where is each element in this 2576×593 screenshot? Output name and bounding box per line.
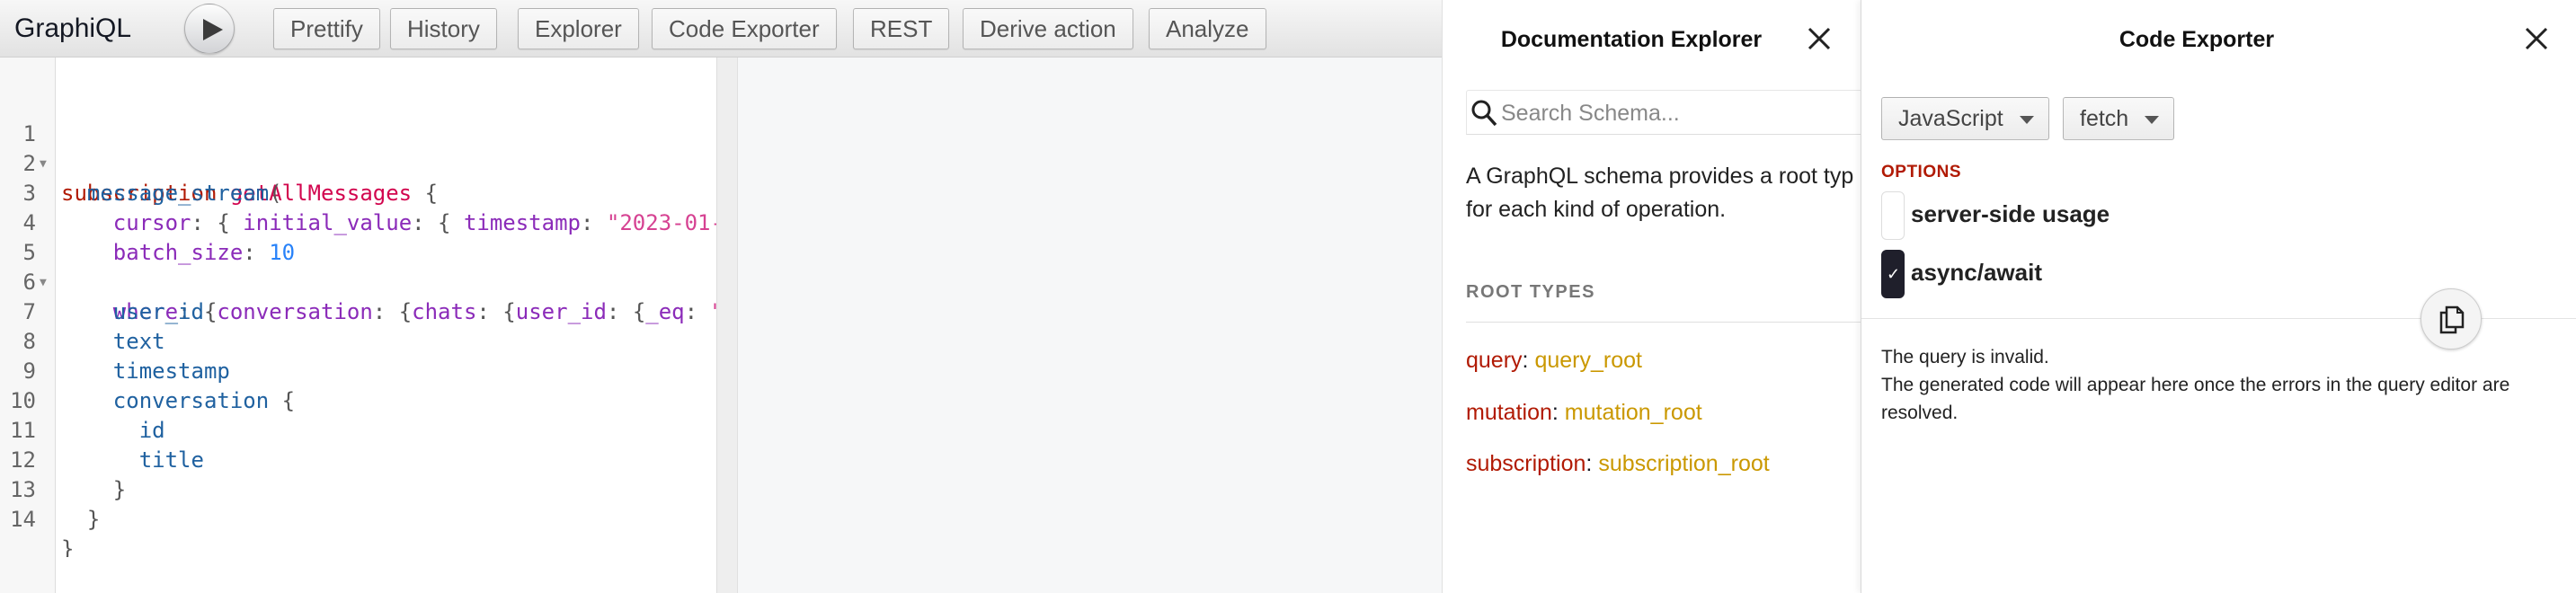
derive-action-button[interactable]: Derive action — [963, 8, 1133, 49]
description-line: for each kind of operation. — [1466, 197, 1727, 222]
separator: : — [1586, 451, 1599, 476]
toolbar: GraphiQL Prettify History Explorer Code … — [0, 0, 1442, 58]
editor-result-divider[interactable] — [716, 58, 738, 593]
rest-button[interactable]: REST — [853, 8, 950, 49]
root-types-heading: ROOT TYPES — [1466, 282, 1595, 302]
description-line: A GraphQL schema provides a root typ — [1466, 164, 1854, 189]
graphiql-logo: GraphiQL — [14, 13, 132, 43]
code-line: 9 conversation { — [0, 327, 719, 413]
explorer-button[interactable]: Explorer — [518, 8, 639, 49]
graphiql-editor-area: GraphiQL Prettify History Explorer Code … — [0, 0, 1442, 593]
history-button[interactable]: History — [390, 8, 497, 49]
code-line: 12 } — [0, 416, 719, 502]
code-line: 14 } — [0, 475, 719, 557]
language-value: JavaScript — [1898, 106, 2003, 131]
code-line: 2 message_stream( — [0, 119, 719, 206]
client-value: fetch — [2080, 106, 2129, 131]
root-type-link[interactable]: query_root — [1534, 348, 1642, 373]
root-type-query: query: query_root — [1466, 348, 1642, 374]
divider — [1466, 322, 1861, 323]
invalid-query-message: The query is invalid. — [1881, 347, 2049, 367]
code-line: 7 text — [0, 268, 719, 354]
root-field-name[interactable]: mutation — [1466, 400, 1552, 425]
checkmark-icon: ✓ — [1887, 265, 1901, 283]
execute-query-button[interactable] — [184, 4, 235, 54]
language-select[interactable]: JavaScript — [1881, 97, 2049, 140]
close-icon[interactable] — [1806, 25, 1833, 52]
close-icon[interactable] — [2523, 25, 2550, 52]
root-type-mutation: mutation: mutation_root — [1466, 400, 1702, 426]
copy-button[interactable] — [2421, 288, 2482, 350]
result-pane — [738, 58, 1442, 593]
doc-explorer-title: Documentation Explorer — [1500, 27, 1763, 52]
code-line: 6 user_id — [0, 238, 719, 324]
play-icon — [203, 19, 223, 40]
root-type-link[interactable]: mutation_root — [1565, 400, 1702, 425]
option-label[interactable]: server-side usage — [1911, 200, 2110, 228]
options-heading: OPTIONS — [1881, 163, 1962, 181]
schema-search[interactable] — [1466, 90, 1861, 135]
async-await-checkbox[interactable]: ✓ — [1881, 250, 1905, 298]
generated-code-hint: The generated code will appear here once… — [1881, 375, 2510, 395]
client-select[interactable]: fetch — [2063, 97, 2175, 140]
schema-description: A GraphQL schema provides a root typ for… — [1466, 160, 1861, 226]
copy-icon — [2439, 305, 2465, 334]
search-icon — [1471, 100, 1497, 127]
root-type-subscription: subscription: subscription_root — [1466, 451, 1770, 477]
separator: : — [1522, 348, 1535, 373]
brace: } — [61, 536, 75, 557]
prettify-button[interactable]: Prettify — [273, 8, 380, 49]
code-line: 10 id — [0, 357, 719, 443]
code-line: 1 ▼ subscription getAllMessages { — [0, 90, 719, 206]
root-type-link[interactable]: subscription_root — [1598, 451, 1769, 476]
search-input[interactable] — [1501, 98, 1852, 128]
analyze-button[interactable]: Analyze — [1149, 8, 1266, 49]
caret-down-icon — [2145, 116, 2160, 124]
code-line: 13 } — [0, 446, 719, 532]
generated-code-hint: resolved. — [1881, 403, 1959, 423]
code-exporter-panel: Code Exporter JavaScript fetch OPTIONS s… — [1861, 0, 2576, 593]
option-label[interactable]: async/await — [1911, 259, 2042, 287]
line-number: 14 — [10, 507, 36, 532]
brace: } — [86, 507, 101, 532]
documentation-explorer: Documentation Explorer A GraphQL schema … — [1442, 0, 1861, 593]
query-editor[interactable]: 1 ▼ subscription getAllMessages { 2 mess… — [0, 90, 719, 557]
code-line: 3 cursor: { initial_value: { timestamp: … — [0, 149, 719, 235]
code-exporter-title: Code Exporter — [2119, 27, 2275, 52]
code-line: 5 ▼ where: {conversation: {chats: {user_… — [0, 208, 719, 324]
root-field-name[interactable]: query — [1466, 348, 1523, 373]
code-exporter-button[interactable]: Code Exporter — [652, 8, 837, 49]
code-line: 4 batch_size: 10 — [0, 179, 719, 265]
code-line: 11 title — [0, 386, 719, 473]
server-side-usage-checkbox[interactable] — [1881, 191, 1905, 240]
separator: : — [1551, 400, 1565, 425]
code-line: 8 timestamp — [0, 297, 719, 384]
caret-down-icon — [2019, 116, 2034, 124]
root-field-name[interactable]: subscription — [1466, 451, 1586, 476]
